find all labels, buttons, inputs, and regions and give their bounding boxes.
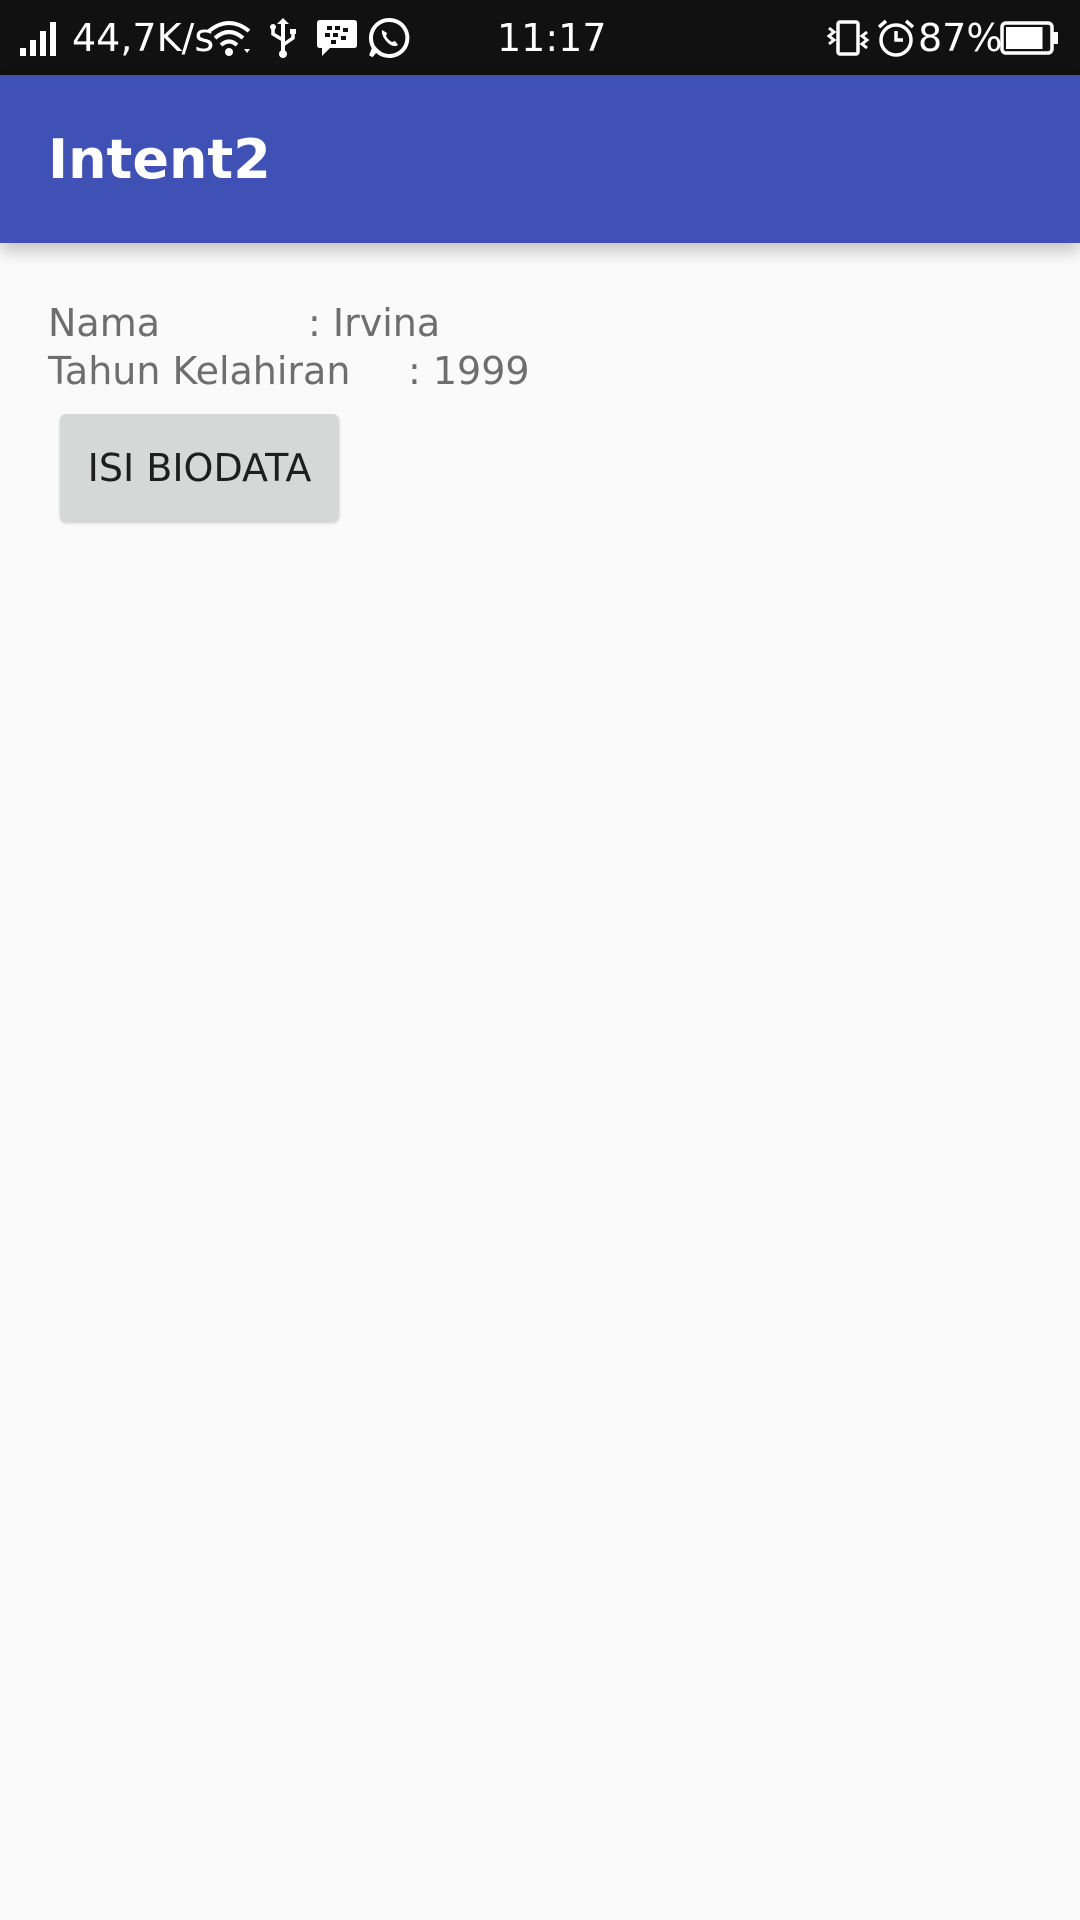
- signal-icon: [20, 0, 60, 75]
- nama-label: Nama: [48, 301, 161, 345]
- wifi-icon: [206, 0, 252, 75]
- clock-time: 11:17: [497, 15, 607, 60]
- status-bar: 44,7K/s 11:17 87%: [0, 0, 1080, 75]
- whatsapp-icon: [368, 0, 410, 75]
- battery-icon: [1000, 0, 1060, 75]
- nama-value: : Irvina: [308, 301, 441, 345]
- isi-biodata-button[interactable]: ISI BIODATA: [60, 414, 339, 521]
- alarm-icon: [876, 0, 916, 75]
- app-title: Intent2: [48, 127, 271, 191]
- usb-icon: [268, 0, 298, 75]
- battery-percent: 87%: [918, 15, 1003, 60]
- bbm-icon: [316, 0, 358, 75]
- tahun-kelahiran-value: : 1999: [408, 349, 530, 393]
- vibrate-icon: [826, 0, 870, 75]
- tahun-kelahiran-label: Tahun Kelahiran: [48, 349, 351, 393]
- network-speed: 44,7K/s: [72, 15, 215, 60]
- app-screen: 44,7K/s 11:17 87% Intent2 Nama: Irvina …: [0, 0, 1080, 1920]
- app-bar: Intent2: [0, 75, 1080, 243]
